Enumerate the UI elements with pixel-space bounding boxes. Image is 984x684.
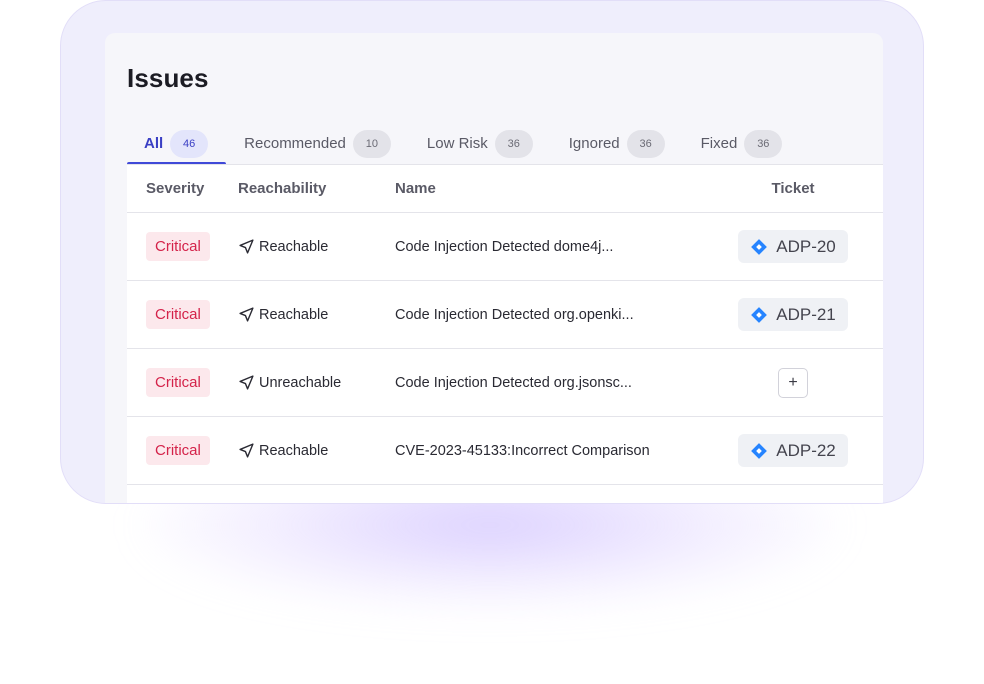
jira-icon	[751, 238, 768, 255]
table-row[interactable]: Critical Reachable Code Injection Detect…	[127, 281, 883, 349]
header-reachability[interactable]: Reachability	[238, 165, 326, 212]
illustration-stage: Issues All 46 Recommended 10 Low Risk 36…	[0, 0, 984, 684]
reachability-label: Reachable	[259, 238, 329, 255]
ticket-id: ADP-21	[776, 304, 836, 324]
add-ticket-button[interactable]	[778, 504, 808, 505]
name-cell: CVE-2023-45133:Incorrect Comparison	[395, 417, 650, 484]
ticket-cell: ADP-20	[736, 213, 850, 280]
issue-name: CVE-2023-45133:Incorrect Comparison	[395, 442, 650, 459]
issue-tabs: All 46 Recommended 10 Low Risk 36 Ignore…	[127, 123, 883, 165]
name-cell: Code Injection Detected dome4j...	[395, 213, 613, 280]
ticket-cell: +	[736, 349, 850, 416]
navigation-arrow-icon	[239, 307, 254, 322]
severity-badge: Critical	[146, 300, 210, 329]
tab-count-badge: 36	[626, 130, 665, 158]
issues-table: Severity Reachability Name Ticket Critic…	[127, 164, 883, 505]
jira-icon	[751, 306, 768, 323]
severity-badge: Critical	[146, 436, 210, 465]
ticket-button[interactable]: ADP-21	[738, 298, 848, 331]
jira-icon	[751, 442, 768, 459]
reachability-cell: Reachable	[238, 213, 328, 280]
tab-fixed[interactable]: Fixed 36	[683, 123, 801, 165]
ticket-button[interactable]: ADP-22	[738, 434, 848, 467]
reachability-cell: Reachable	[238, 417, 328, 484]
tab-count-badge: 10	[352, 130, 391, 158]
tab-count-badge: 36	[744, 130, 783, 158]
tab-label: Recommended	[244, 135, 346, 152]
tab-label: All	[144, 135, 164, 152]
severity-badge: Critical	[146, 232, 210, 261]
reachability-label: Reachable	[259, 306, 329, 323]
device-frame: Issues All 46 Recommended 10 Low Risk 36…	[60, 0, 924, 504]
ticket-id: ADP-22	[776, 440, 836, 460]
tab-count-badge: 46	[170, 130, 209, 158]
tab-ignored[interactable]: Ignored 36	[551, 123, 683, 165]
table-row[interactable]	[127, 485, 883, 505]
ticket-cell: ADP-21	[736, 281, 850, 348]
table-row[interactable]: Critical Reachable Code Injection Detect…	[127, 213, 883, 281]
severity-cell: Critical	[146, 213, 210, 280]
tab-count-badge: 36	[494, 130, 533, 158]
severity-cell: Critical	[146, 281, 210, 348]
name-cell: Code Injection Detected org.jsonsc...	[395, 349, 632, 416]
reachability-cell: Unreachable	[238, 349, 341, 416]
severity-badge: Critical	[146, 368, 210, 397]
ticket-cell: ADP-22	[736, 417, 850, 484]
table-row[interactable]: Critical Unreachable Code Injection Dete…	[127, 349, 883, 417]
tab-label: Ignored	[568, 135, 620, 152]
issue-name: Code Injection Detected org.openki...	[395, 306, 634, 323]
navigation-arrow-icon	[239, 443, 254, 458]
ticket-button[interactable]: ADP-20	[738, 230, 848, 263]
tab-all[interactable]: All 46	[127, 123, 227, 165]
header-name[interactable]: Name	[395, 165, 436, 212]
issues-panel: Issues All 46 Recommended 10 Low Risk 36…	[105, 33, 883, 505]
name-cell: Code Injection Detected org.openki...	[395, 281, 634, 348]
ticket-id: ADP-20	[776, 236, 836, 256]
reachability-label: Unreachable	[259, 374, 342, 391]
tab-low-risk[interactable]: Low Risk 36	[409, 123, 551, 165]
issue-name: Code Injection Detected org.jsonsc...	[395, 374, 632, 391]
table-row[interactable]: Critical Reachable CVE-2023-45133:Incorr…	[127, 417, 883, 485]
severity-cell: Critical	[146, 417, 210, 484]
issue-name: Code Injection Detected dome4j...	[395, 238, 614, 255]
severity-cell: Critical	[146, 349, 210, 416]
tab-recommended[interactable]: Recommended 10	[226, 123, 409, 165]
reachability-cell: Reachable	[238, 281, 328, 348]
header-ticket[interactable]: Ticket	[736, 165, 850, 212]
reachability-label: Reachable	[259, 442, 329, 459]
header-severity[interactable]: Severity	[146, 165, 204, 212]
navigation-arrow-icon	[239, 375, 254, 390]
tab-label: Fixed	[700, 135, 738, 152]
navigation-arrow-icon	[239, 239, 254, 254]
tab-label: Low Risk	[426, 135, 488, 152]
add-ticket-button[interactable]: +	[778, 367, 808, 398]
page-title: Issues	[127, 63, 209, 93]
table-header: Severity Reachability Name Ticket	[127, 165, 883, 213]
ticket-cell	[736, 485, 850, 505]
